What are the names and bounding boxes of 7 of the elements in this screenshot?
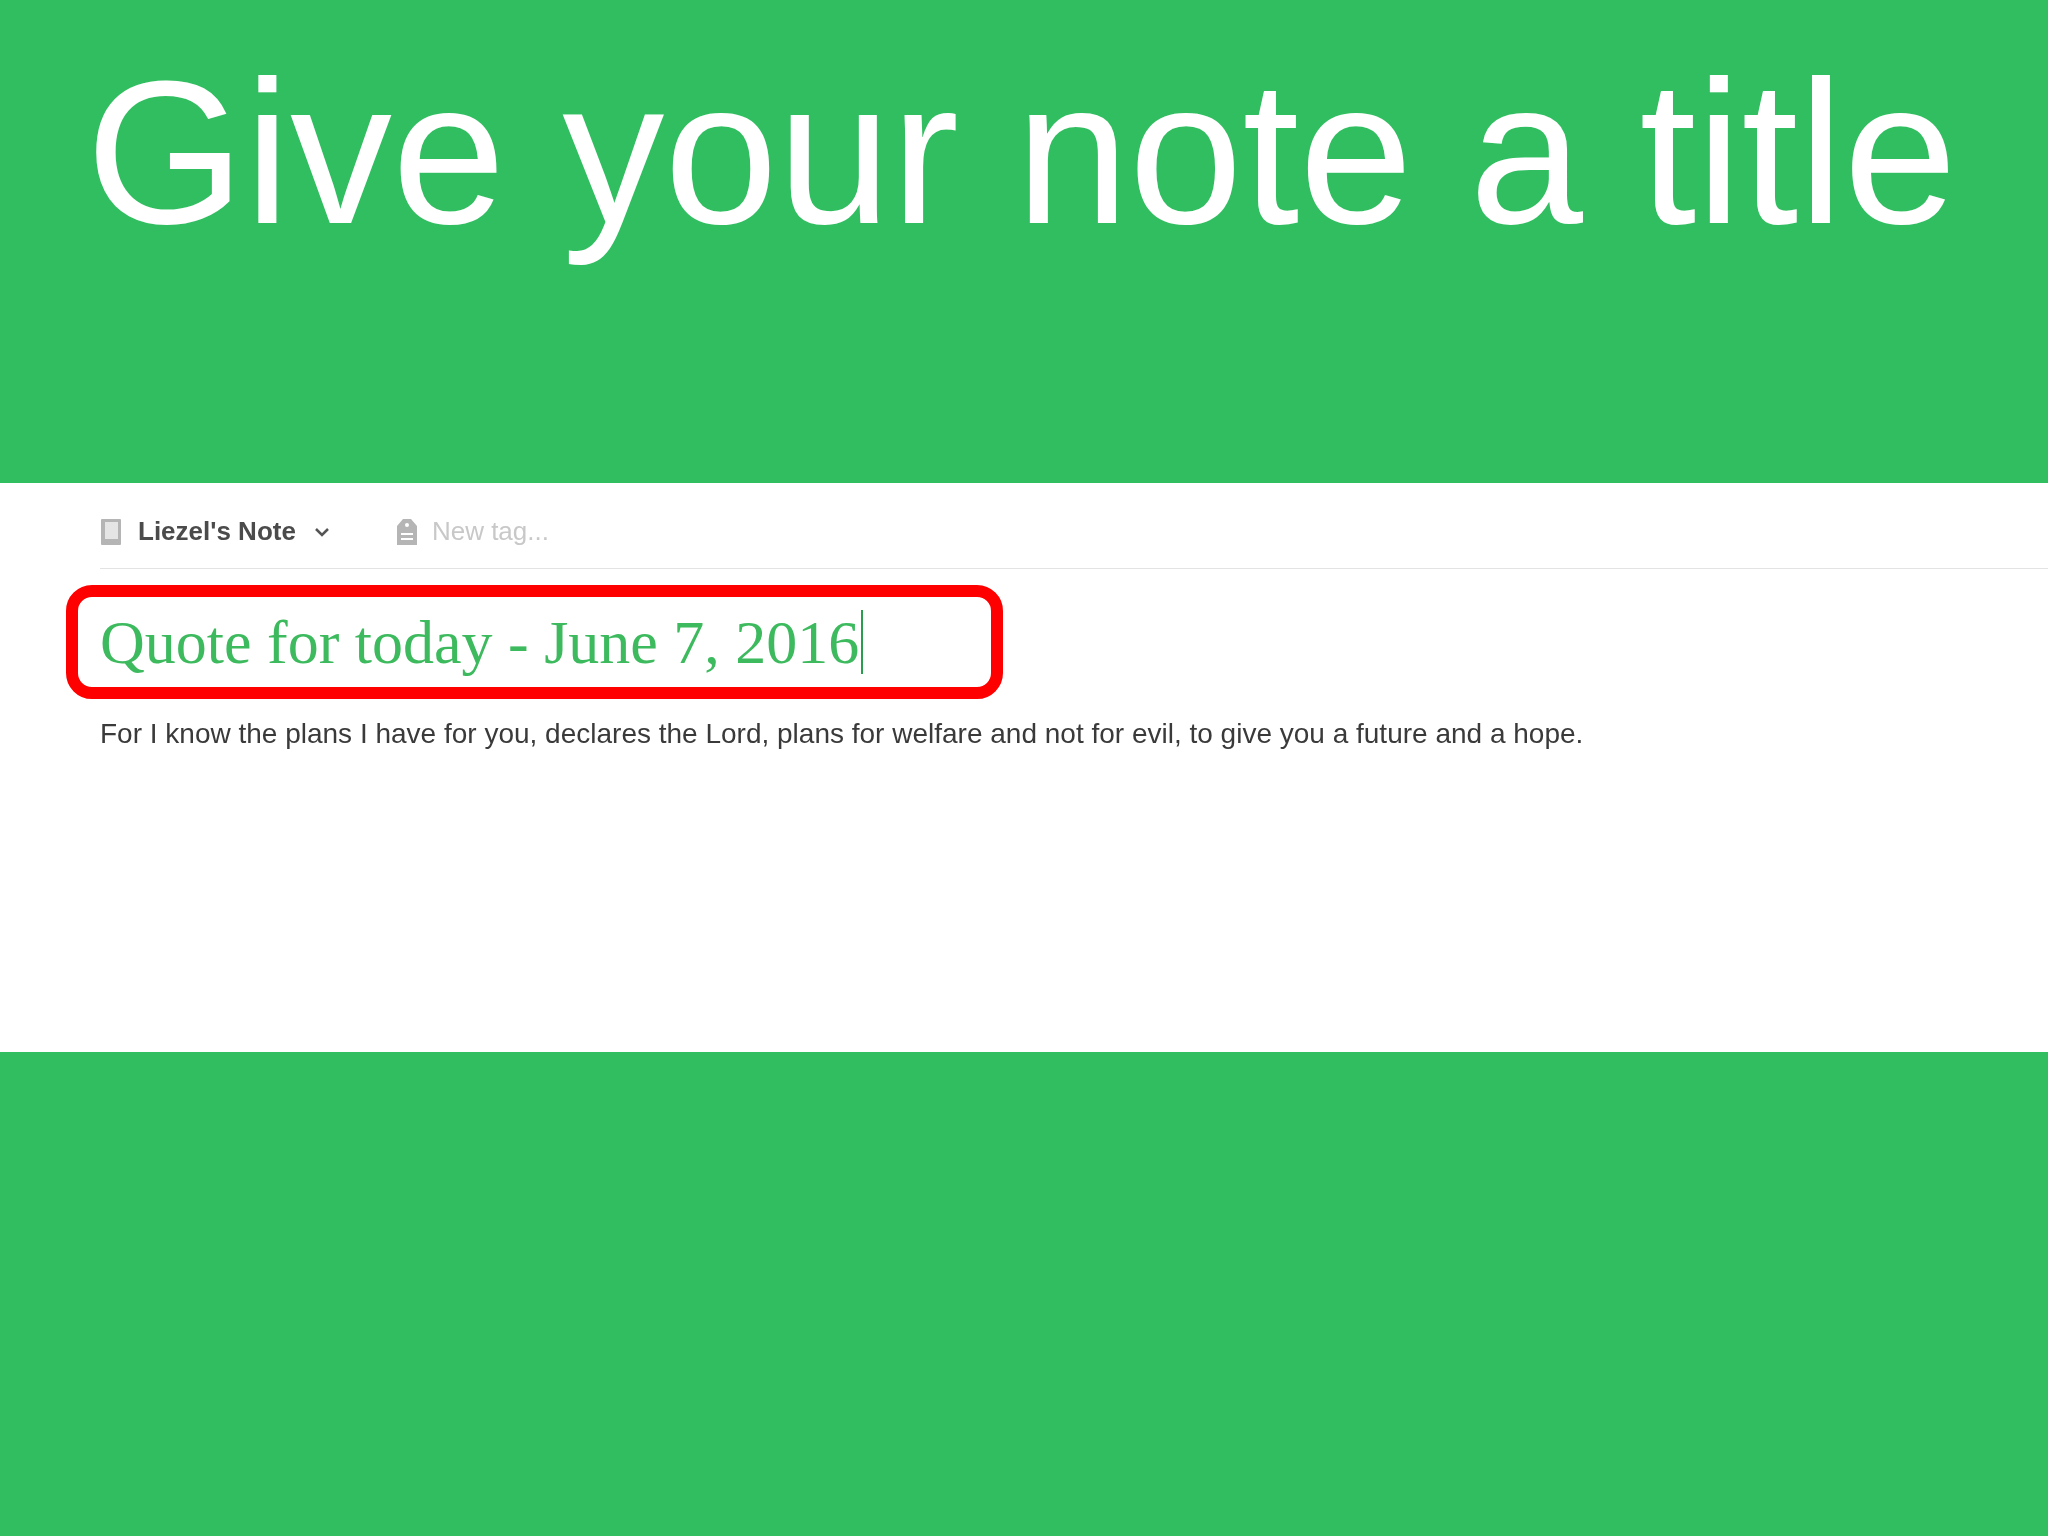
text-cursor	[861, 610, 864, 674]
notebook-icon	[100, 517, 122, 546]
slide-title: Give your note a title	[86, 37, 1957, 268]
tag-icon	[395, 517, 418, 546]
chevron-down-icon	[313, 526, 330, 537]
notebook-selector[interactable]: Liezel's Note	[138, 512, 330, 551]
note-body-text: For I know the plans I have for you, declares the Lord, plans for welfare and not for evil, to give you a future and a hope.	[100, 717, 1585, 751]
